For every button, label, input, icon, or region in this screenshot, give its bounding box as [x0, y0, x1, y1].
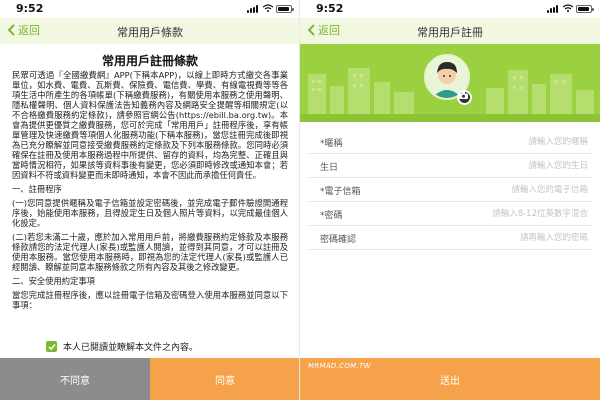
status-bar: 9:52 — [300, 0, 600, 18]
birthday-label: 生日 — [320, 163, 339, 173]
password-input[interactable] — [428, 206, 588, 221]
terms-heading: 常用用戶註冊條款 — [101, 54, 198, 68]
submit-button[interactable]: MRMAD.COM.TW 送出 — [300, 358, 600, 400]
email-input[interactable] — [428, 182, 588, 197]
status-time: 9:52 — [316, 2, 344, 15]
disagree-button[interactable]: 不同意 — [0, 358, 150, 400]
wifi-icon — [563, 4, 573, 12]
terms-screen: 9:52 返回 常用用戶條款 常用用戶註冊條款 民眾可透過『全國繳費網』APP(… — [0, 0, 300, 400]
birthday-input[interactable] — [428, 158, 588, 173]
birthday-field-row: 生日 — [308, 154, 592, 178]
agree-checkbox[interactable] — [46, 341, 57, 352]
terms-panel: 常用用戶註冊條款 民眾可透過『全國繳費網』APP(下稱本APP)，以線上即時方式… — [0, 44, 300, 358]
page-title: 常用用戶條款 — [117, 26, 183, 39]
password-confirm-input[interactable] — [428, 230, 588, 245]
back-chevron-icon — [308, 24, 315, 36]
agree-label: 本人已閱讀並瞭解本文件之內容。 — [63, 343, 199, 353]
terms-section-title: 一、註冊程序 — [12, 184, 62, 194]
nav-bar: 返回 常用用戶條款 — [0, 18, 300, 44]
nickname-label: *暱稱 — [320, 139, 343, 149]
signal-icon — [247, 5, 260, 13]
email-field-row: *電子信箱 — [308, 178, 592, 202]
agree-button[interactable]: 同意 — [150, 358, 300, 400]
camera-icon — [459, 92, 468, 99]
battery-icon — [276, 5, 294, 13]
password-field-row: *密碼 — [308, 202, 592, 226]
status-time: 9:52 — [16, 2, 44, 15]
register-form: *暱稱 生日 *電子信箱 *密碼 密碼確認 — [300, 130, 600, 250]
profile-banner — [300, 44, 600, 122]
status-bar: 9:52 — [0, 0, 300, 18]
terms-scroll-area[interactable]: 民眾可透過『全國繳費網』APP(下稱本APP)，以線上即時方式繳交各事業單位，如… — [12, 70, 288, 374]
back-label: 返回 — [18, 24, 40, 37]
email-label: *電子信箱 — [320, 187, 361, 197]
password-label: *密碼 — [320, 211, 343, 221]
terms-footer: 不同意 同意 — [0, 358, 300, 400]
terms-paragraph: (一)您同意提供暱稱及電子信箱並設定密碼後，並完成電子郵件驗證開通程序後，始能使… — [12, 198, 288, 228]
nickname-input[interactable] — [428, 134, 588, 149]
terms-paragraph: 當您完成註冊程序後，應以註冊電子信箱及密碼登入使用本服務並同意以下事項： — [12, 290, 288, 310]
check-icon — [47, 343, 56, 350]
terms-section-title: 二、安全使用約定事項 — [12, 276, 95, 286]
back-chevron-icon — [8, 24, 15, 36]
password-confirm-field-row: 密碼確認 — [308, 226, 592, 250]
register-screen: 9:52 返回 常用用戶註冊 *暱稱 請輸入您的暱稱 生日 請輸入您的生日 *電… — [300, 0, 600, 400]
nav-bar: 返回 常用用戶註冊 — [300, 18, 600, 44]
submit-label: 送出 — [440, 376, 460, 387]
back-button[interactable]: 返回 — [8, 22, 40, 38]
back-label: 返回 — [318, 24, 340, 37]
terms-paragraph: (二)若您未滿二十歲，應於加入常用用戶前，將繳費服務約定條款及本服務條款請您的法… — [12, 232, 288, 272]
watermark: MRMAD.COM.TW — [308, 362, 371, 370]
signal-icon — [547, 5, 560, 13]
battery-icon — [576, 5, 594, 13]
password-confirm-label: 密碼確認 — [320, 235, 357, 245]
back-button[interactable]: 返回 — [308, 22, 340, 38]
nickname-field-row: *暱稱 — [308, 130, 592, 154]
terms-paragraph: 民眾可透過『全國繳費網』APP(下稱本APP)，以線上即時方式繳交各事業單位，如… — [12, 70, 288, 180]
agree-checkbox-row[interactable]: 本人已閱讀並瞭解本文件之內容。 — [46, 340, 198, 353]
page-title: 常用用戶註冊 — [417, 26, 483, 39]
camera-button[interactable] — [457, 90, 472, 105]
wifi-icon — [263, 4, 273, 12]
